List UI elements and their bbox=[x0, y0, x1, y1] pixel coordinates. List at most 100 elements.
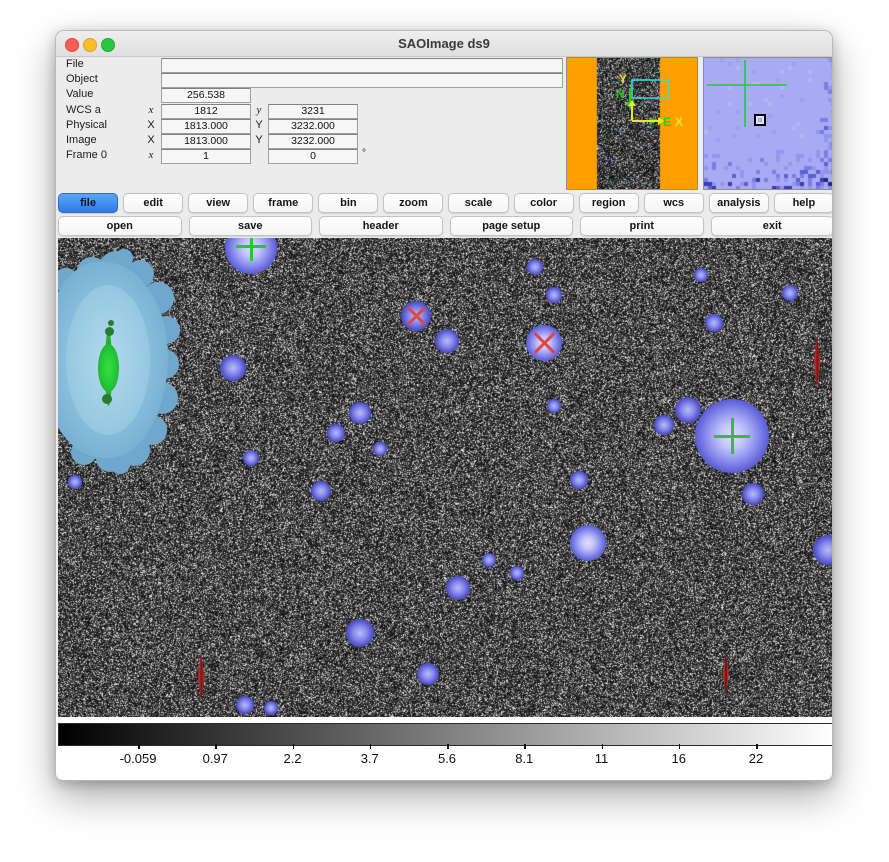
file-menu-bar: open save header page setup print exit bbox=[58, 216, 833, 236]
physical-y-field[interactable]: 3232.000 bbox=[268, 119, 358, 134]
galaxy-part bbox=[108, 320, 114, 326]
star bbox=[446, 576, 470, 600]
menu-button-file[interactable]: file bbox=[58, 193, 118, 213]
svg-text:E: E bbox=[663, 115, 671, 129]
panner-compass-icon: Y N E X bbox=[567, 58, 697, 189]
star bbox=[243, 450, 259, 466]
frame-label: Frame 0 bbox=[66, 149, 107, 161]
file-button-page-setup[interactable]: page setup bbox=[450, 216, 574, 236]
colorbar-tick bbox=[602, 744, 604, 749]
star bbox=[435, 329, 459, 353]
menu-bar: fileeditviewframebinzoomscale colorregion… bbox=[58, 193, 833, 213]
star bbox=[327, 424, 345, 442]
svg-text:N: N bbox=[616, 87, 625, 101]
colorbar[interactable] bbox=[58, 723, 833, 746]
image-y-label: Y bbox=[252, 134, 266, 146]
degree-symbol: ° bbox=[362, 148, 366, 159]
colorbar-tick bbox=[679, 744, 681, 749]
colorbar-tick-label: 5.6 bbox=[438, 751, 456, 766]
colorbar-tick-label: 3.7 bbox=[361, 751, 379, 766]
image-canvas[interactable] bbox=[58, 238, 833, 717]
star bbox=[510, 566, 524, 580]
magnifier-panel[interactable] bbox=[703, 57, 833, 190]
file-button-save[interactable]: save bbox=[189, 216, 313, 236]
wcs-label: WCS a bbox=[66, 104, 101, 116]
star bbox=[705, 314, 723, 332]
svg-text:X: X bbox=[675, 115, 683, 129]
image-x-label: X bbox=[144, 134, 158, 146]
colorbar-tick-label: -0.059 bbox=[120, 751, 157, 766]
image-x-field[interactable]: 1813.000 bbox=[161, 134, 251, 149]
star bbox=[547, 399, 561, 413]
value-label: Value bbox=[66, 88, 93, 100]
physical-label: Physical bbox=[66, 119, 107, 131]
star bbox=[694, 268, 708, 282]
galaxy-part bbox=[98, 344, 119, 392]
window-title: SAOImage ds9 bbox=[56, 36, 832, 51]
star bbox=[675, 397, 701, 423]
menu-button-zoom[interactable]: zoom bbox=[383, 193, 443, 213]
file-label: File bbox=[66, 58, 84, 70]
frame-x-label: x bbox=[144, 149, 158, 161]
file-button-open[interactable]: open bbox=[58, 216, 182, 236]
desktop: SAOImage ds9 File Object Value 256.538 W… bbox=[0, 0, 889, 862]
wcs-x-label: x bbox=[144, 104, 158, 116]
menu-button-scale[interactable]: scale bbox=[448, 193, 508, 213]
star bbox=[570, 471, 588, 489]
galaxy-part bbox=[102, 394, 112, 404]
star bbox=[482, 553, 496, 567]
frame-zoom-field[interactable]: 1 bbox=[161, 149, 251, 164]
menu-button-color[interactable]: color bbox=[514, 193, 574, 213]
physical-x-field[interactable]: 1813.000 bbox=[161, 119, 251, 134]
star bbox=[311, 481, 331, 501]
region-x-marker bbox=[404, 304, 428, 328]
frame-angle-field[interactable]: 0 bbox=[268, 149, 358, 164]
star bbox=[373, 442, 387, 456]
star bbox=[782, 285, 798, 301]
menu-button-bin[interactable]: bin bbox=[318, 193, 378, 213]
titlebar[interactable]: SAOImage ds9 bbox=[56, 31, 832, 57]
colorbar-tick-label: 16 bbox=[672, 751, 686, 766]
object-field[interactable] bbox=[161, 73, 563, 88]
menu-button-edit[interactable]: edit bbox=[123, 193, 183, 213]
region-cross-marker bbox=[236, 238, 266, 261]
sky-noise bbox=[58, 238, 833, 717]
colorbar-tick bbox=[447, 744, 449, 749]
star bbox=[742, 483, 764, 505]
star bbox=[570, 525, 606, 561]
region-x-marker bbox=[530, 329, 558, 357]
colorbar-tick-label: 22 bbox=[749, 751, 763, 766]
region-cross-marker bbox=[714, 418, 750, 454]
menu-button-frame[interactable]: frame bbox=[253, 193, 313, 213]
colorbar-area: -0.0590.972.23.75.68.1111622 bbox=[56, 717, 833, 781]
star bbox=[349, 402, 371, 424]
star bbox=[68, 475, 82, 489]
panner-panel[interactable]: Y N E X bbox=[566, 57, 698, 190]
magnifier-crosshair-icon bbox=[704, 58, 833, 189]
value-field[interactable]: 256.538 bbox=[161, 88, 251, 103]
menu-button-analysis[interactable]: analysis bbox=[709, 193, 769, 213]
star bbox=[236, 696, 254, 714]
menu-button-region[interactable]: region bbox=[579, 193, 639, 213]
menu-button-wcs[interactable]: wcs bbox=[644, 193, 704, 213]
star bbox=[527, 259, 543, 275]
star bbox=[264, 701, 278, 715]
star bbox=[346, 619, 374, 647]
file-button-print[interactable]: print bbox=[580, 216, 704, 236]
physical-y-label: Y bbox=[252, 119, 266, 131]
galaxy-part bbox=[105, 327, 114, 336]
menu-button-help[interactable]: help bbox=[774, 193, 833, 213]
file-button-exit[interactable]: exit bbox=[711, 216, 834, 236]
file-button-header[interactable]: header bbox=[319, 216, 443, 236]
image-y-field[interactable]: 3232.000 bbox=[268, 134, 358, 149]
colorbar-tick-label: 2.2 bbox=[283, 751, 301, 766]
colorbar-tick bbox=[524, 744, 526, 749]
menu-button-view[interactable]: view bbox=[188, 193, 248, 213]
star bbox=[417, 663, 439, 685]
colorbar-tick bbox=[215, 744, 217, 749]
colorbar-tick bbox=[138, 744, 140, 749]
object-label: Object bbox=[66, 73, 98, 85]
file-field[interactable] bbox=[161, 58, 563, 73]
wcs-y-field[interactable]: 3231 bbox=[268, 104, 358, 119]
wcs-x-field[interactable]: 1812 bbox=[161, 104, 251, 119]
